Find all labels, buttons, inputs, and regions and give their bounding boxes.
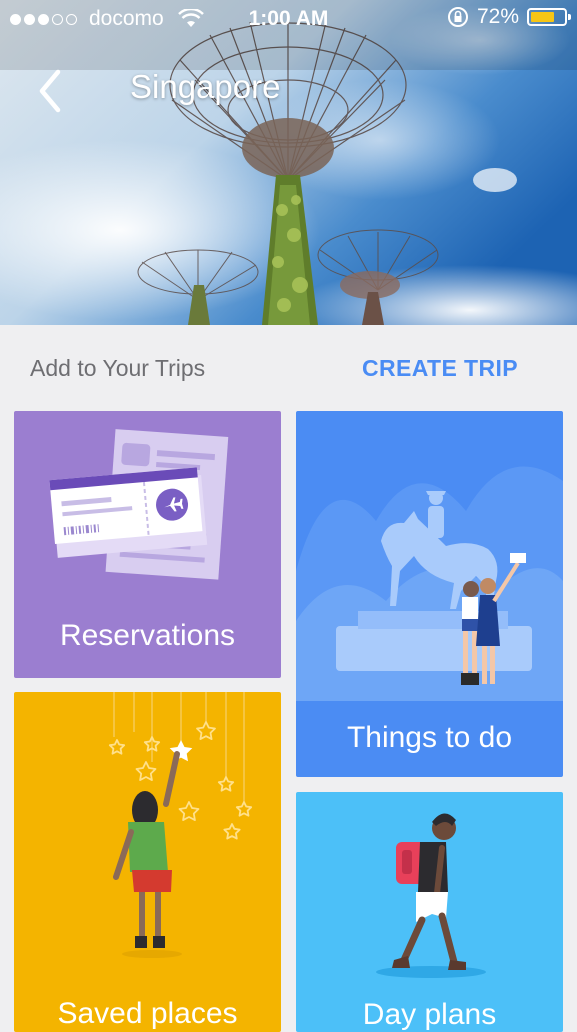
header-banner: docomo 1:00 AM 72% Singapore	[0, 0, 577, 325]
battery-level	[531, 12, 554, 22]
day-plans-card[interactable]: Day plans	[296, 792, 563, 1032]
battery-percent: 72%	[476, 5, 519, 28]
battery-icon	[527, 8, 571, 26]
status-right: 72%	[447, 5, 571, 29]
day-plans-label: Day plans	[362, 998, 497, 1031]
rotation-lock-icon	[447, 7, 468, 27]
things-to-do-card[interactable]: Things to do	[296, 411, 563, 777]
add-to-trips-label: Add to Your Trips	[30, 355, 206, 381]
saved-places-label: Saved places	[57, 997, 238, 1030]
header-photo	[0, 0, 577, 325]
nav-bar: Singapore	[0, 60, 577, 120]
reservations-illustration	[49, 429, 229, 580]
create-trip-button[interactable]: CREATE TRIP	[362, 355, 518, 382]
saved-places-illustration	[108, 692, 253, 958]
page-title: Singapore	[130, 68, 281, 105]
add-to-trips-row: Add to Your Trips CREATE TRIP	[0, 325, 577, 411]
reservations-label: Reservations	[59, 619, 236, 652]
things-to-do-label: Things to do	[346, 721, 513, 754]
chevron-left-icon	[39, 69, 61, 113]
status-bar: docomo 1:00 AM 72%	[0, 0, 577, 38]
saved-places-card[interactable]: Saved places	[14, 692, 281, 1032]
battery-tip	[568, 14, 571, 20]
back-button[interactable]	[30, 64, 74, 114]
day-plans-illustration	[376, 813, 486, 978]
reservations-card[interactable]: Reservations	[14, 411, 281, 678]
things-to-do-illustration	[296, 466, 563, 701]
